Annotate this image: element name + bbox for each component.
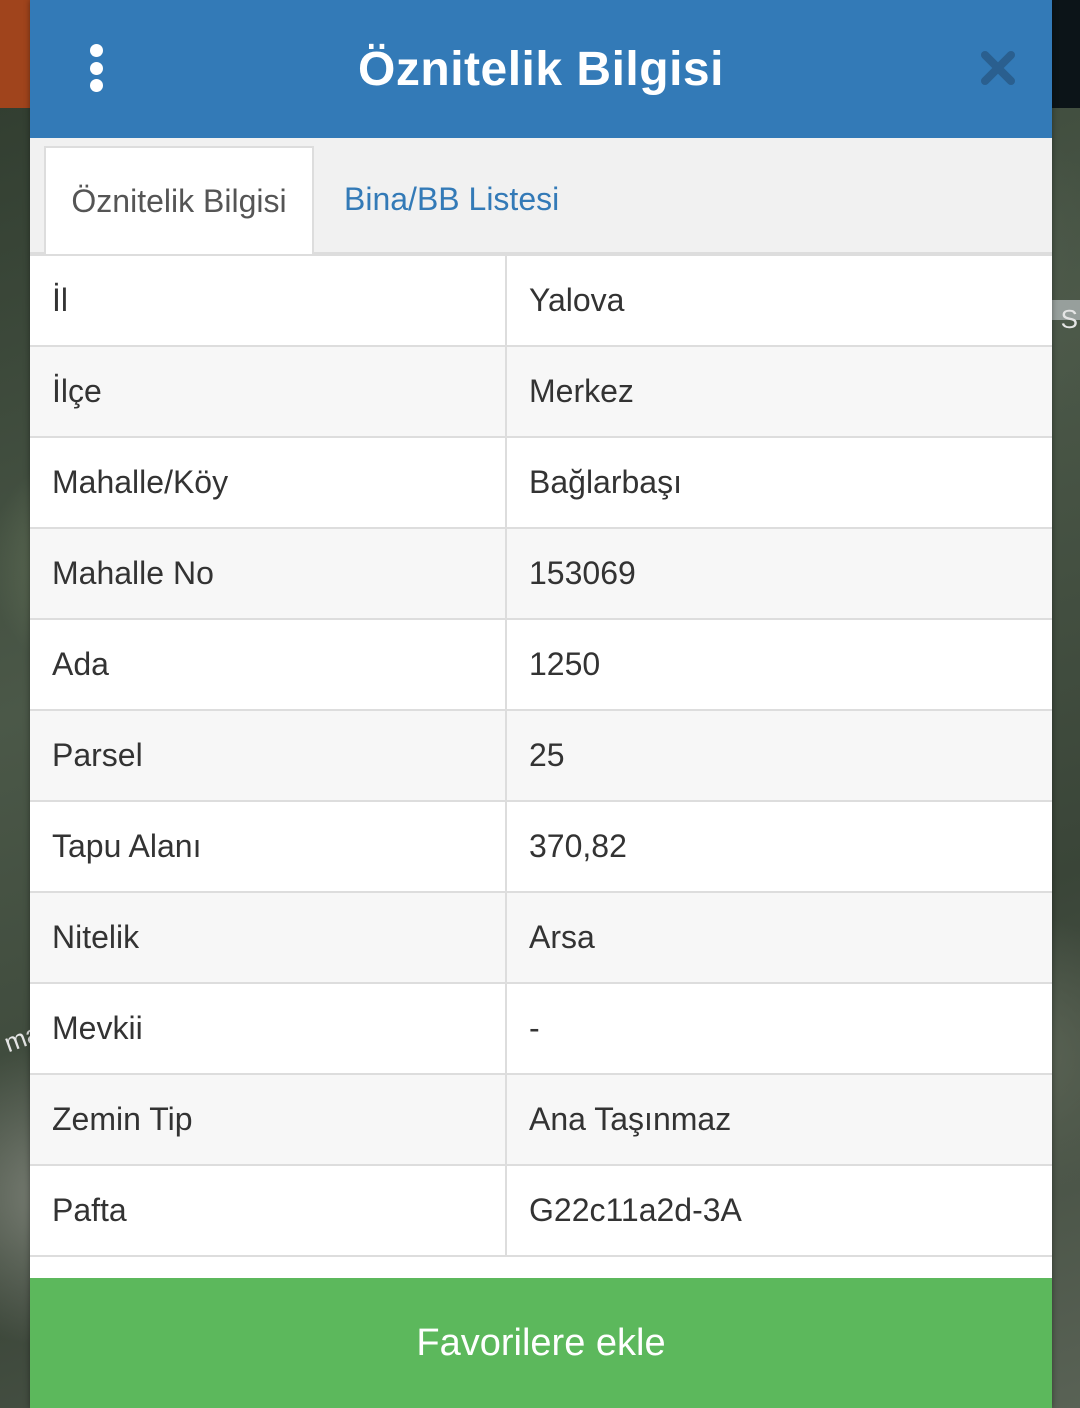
attribute-value: Ana Taşınmaz bbox=[505, 1073, 1052, 1166]
table-row: Mahalle/Köy Bağlarbaşı bbox=[30, 436, 1052, 529]
add-to-favorites-button[interactable]: Favorilere ekle bbox=[30, 1278, 1052, 1408]
attribute-key: Mahalle No bbox=[30, 527, 507, 620]
table-row: Ada 1250 bbox=[30, 618, 1052, 711]
attribute-value: 25 bbox=[505, 709, 1052, 802]
tab-bar: Öznitelik Bilgisi Bina/BB Listesi bbox=[30, 138, 1052, 254]
attribute-value: Bağlarbaşı bbox=[505, 436, 1052, 529]
table-row: Pafta G22c11a2d-3A bbox=[30, 1164, 1052, 1257]
tab-oznitelik-bilgisi[interactable]: Öznitelik Bilgisi bbox=[44, 146, 314, 254]
attribute-dialog: Öznitelik Bilgisi Öznitelik Bilgisi Bina… bbox=[30, 0, 1052, 1408]
table-row: Zemin Tip Ana Taşınmaz bbox=[30, 1073, 1052, 1166]
attribute-value: 1250 bbox=[505, 618, 1052, 711]
attribute-value: Yalova bbox=[505, 254, 1052, 347]
dialog-header: Öznitelik Bilgisi bbox=[30, 0, 1052, 138]
table-row: Mevkii - bbox=[30, 982, 1052, 1075]
attribute-table: İl Yalova İlçe Merkez Mahalle/Köy Bağlarbaşı M… bbox=[30, 254, 1052, 1257]
dialog-title: Öznitelik Bilgisi bbox=[358, 42, 724, 96]
attribute-key: İl bbox=[30, 254, 507, 347]
table-row: Parsel 25 bbox=[30, 709, 1052, 802]
table-row: Nitelik Arsa bbox=[30, 891, 1052, 984]
table-row: Tapu Alanı 370,82 bbox=[30, 800, 1052, 893]
attribute-key: Nitelik bbox=[30, 891, 507, 984]
table-row: Mahalle No 153069 bbox=[30, 527, 1052, 620]
table-row: İl Yalova bbox=[30, 254, 1052, 347]
attribute-value: G22c11a2d-3A bbox=[505, 1164, 1052, 1257]
attribute-key: Tapu Alanı bbox=[30, 800, 507, 893]
attribute-value: 370,82 bbox=[505, 800, 1052, 893]
attribute-key: Pafta bbox=[30, 1164, 507, 1257]
attribute-value: - bbox=[505, 982, 1052, 1075]
attribute-value: Arsa bbox=[505, 891, 1052, 984]
close-x-icon[interactable] bbox=[980, 50, 1016, 86]
vertical-dots-icon[interactable] bbox=[88, 44, 104, 92]
attribute-key: Mevkii bbox=[30, 982, 507, 1075]
attribute-key: Zemin Tip bbox=[30, 1073, 507, 1166]
attribute-key: İlçe bbox=[30, 345, 507, 438]
attribute-value: 153069 bbox=[505, 527, 1052, 620]
attribute-key: Parsel bbox=[30, 709, 507, 802]
attribute-value: Merkez bbox=[505, 345, 1052, 438]
table-row: İlçe Merkez bbox=[30, 345, 1052, 438]
attribute-key: Ada bbox=[30, 618, 507, 711]
attribute-key: Mahalle/Köy bbox=[30, 436, 507, 529]
map-street-label: S bbox=[1060, 304, 1078, 334]
tab-bina-bb-listesi[interactable]: Bina/BB Listesi bbox=[344, 146, 559, 252]
